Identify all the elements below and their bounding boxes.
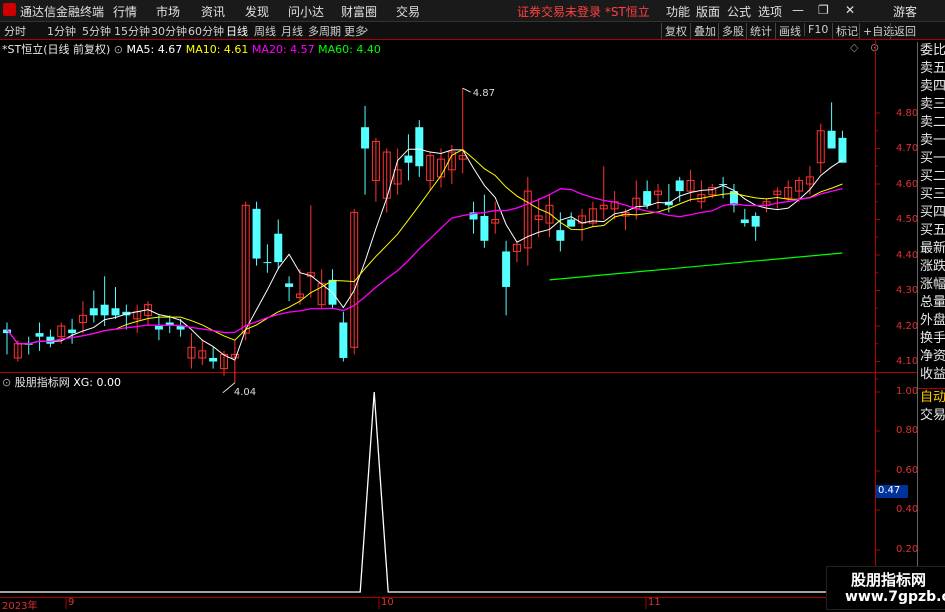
y-tick: 4.30 xyxy=(896,285,919,296)
panel-item[interactable]: 卖五 xyxy=(918,60,945,78)
candle-body xyxy=(675,180,684,192)
candle-body xyxy=(46,336,55,344)
candle-body xyxy=(274,233,283,263)
ma60-line xyxy=(549,252,843,281)
y-tick: 4.60 xyxy=(896,179,919,190)
y-tick: 4.70 xyxy=(896,143,919,154)
kline-chart[interactable]: 4.87 4.04 xyxy=(0,0,945,609)
y-tick: 4.80 xyxy=(896,108,919,119)
candle-body xyxy=(209,357,218,362)
y-tick: 4.50 xyxy=(896,214,919,225)
date-tick: 11 xyxy=(648,597,661,608)
candle-body xyxy=(111,308,120,316)
y-tick: 4.40 xyxy=(896,250,919,261)
panel-item[interactable]: 委比 xyxy=(918,42,945,60)
panel-item[interactable]: 买四 xyxy=(918,204,945,222)
candle-body xyxy=(35,333,44,337)
candle-body xyxy=(361,127,370,149)
panel-item[interactable]: 最新 xyxy=(918,240,945,258)
panel-item[interactable]: 卖一 xyxy=(918,132,945,150)
quote-side-panel: 委比 卖五 卖四 卖三 卖二 卖一 买一 买二 买三 买四 买五 最新 涨跌 涨… xyxy=(917,42,945,607)
candle-body xyxy=(100,304,109,316)
cursor-value-box: 0.47 xyxy=(876,485,908,498)
panel-item[interactable]: 涨跌 xyxy=(918,258,945,276)
y-tick: 4.10 xyxy=(896,356,919,367)
panel-item[interactable]: 换手 xyxy=(918,330,945,348)
candle-body xyxy=(404,155,413,163)
candle-body xyxy=(751,215,760,227)
panel-item[interactable]: 买三 xyxy=(918,186,945,204)
panel-item[interactable]: 涨幅 xyxy=(918,276,945,294)
panel-item[interactable]: 卖二 xyxy=(918,114,945,132)
candle-body xyxy=(154,326,163,330)
candle-body xyxy=(339,322,348,358)
y2-tick: 0.80 xyxy=(896,425,919,436)
panel-item[interactable]: 总量 xyxy=(918,294,945,312)
candle-body xyxy=(567,219,576,227)
xg-line xyxy=(0,391,875,593)
candle-body xyxy=(838,137,847,163)
low-marker-label: 4.04 xyxy=(234,387,256,398)
panel-item[interactable]: 买五 xyxy=(918,222,945,240)
date-axis: 2023年 9 10 11 xyxy=(0,597,875,612)
candle-body xyxy=(643,191,652,206)
candle-body xyxy=(252,208,261,259)
ma20-line xyxy=(6,187,843,345)
candle-body xyxy=(556,230,565,241)
candle-body xyxy=(502,251,511,287)
trade-button[interactable]: 交易 xyxy=(918,407,945,425)
ma5-line xyxy=(6,148,843,361)
y2-tick: 0.20 xyxy=(896,544,919,555)
y2-tick: 0.60 xyxy=(896,465,919,476)
candle-body xyxy=(89,308,98,316)
y-tick: 4.20 xyxy=(896,321,919,332)
date-tick: 9 xyxy=(68,597,75,608)
y2-tick: 1.00 xyxy=(896,386,919,397)
candle-body xyxy=(827,130,836,149)
y2-tick: 0.40 xyxy=(896,504,919,515)
panel-item[interactable]: 卖三 xyxy=(918,96,945,114)
high-marker-label: 4.87 xyxy=(473,88,495,99)
watermark-title: 股朋指标网 xyxy=(851,571,927,589)
auto-trade-button[interactable]: 自动 xyxy=(918,388,945,407)
panel-item[interactable]: 外盘 xyxy=(918,312,945,330)
panel-item[interactable]: 净资 xyxy=(918,348,945,366)
candle-body xyxy=(68,329,77,334)
panel-item[interactable]: 卖四 xyxy=(918,78,945,96)
candle-body xyxy=(480,215,489,241)
candle-body xyxy=(285,283,294,287)
candle-body xyxy=(415,127,424,167)
panel-item[interactable]: 收益 xyxy=(918,366,945,384)
ma10-line xyxy=(6,148,843,345)
candle-body xyxy=(740,219,749,224)
candle-body xyxy=(263,262,272,264)
candle-body xyxy=(719,184,728,185)
date-tick: 2023年 xyxy=(2,601,38,612)
watermark-url: www.7gpzb.com xyxy=(845,589,945,605)
panel-item[interactable]: 买一 xyxy=(918,150,945,168)
panel-item[interactable]: 买二 xyxy=(918,168,945,186)
high-marker-line xyxy=(462,87,471,93)
date-tick: 10 xyxy=(381,597,394,608)
watermark: 股朋指标网 www.7gpzb.com xyxy=(826,566,945,610)
